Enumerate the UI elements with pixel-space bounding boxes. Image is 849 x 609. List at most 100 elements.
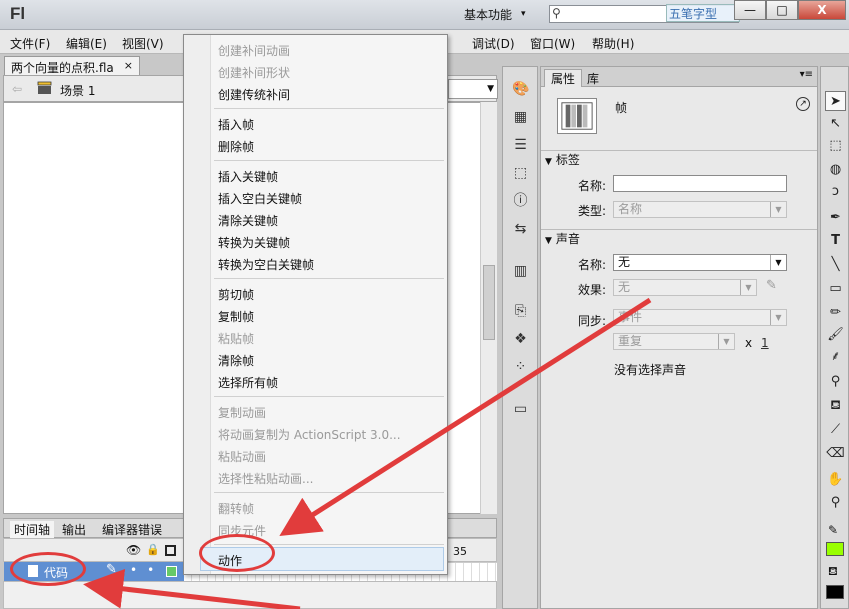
library-icon[interactable]: ▥ (512, 263, 529, 280)
menu-separator (214, 108, 444, 109)
ctx-create-classic-tween[interactable]: 创建传统补间 (218, 86, 290, 103)
align-icon[interactable]: ☰ (512, 137, 529, 154)
line-tool-icon[interactable]: ╲ (825, 255, 846, 275)
ctx-convert-to-blank-keyframe[interactable]: 转换为空白关键帧 (218, 256, 314, 273)
lock-icon[interactable]: 🔒 (146, 543, 160, 556)
layer-color-box[interactable] (166, 566, 177, 577)
menu-debug[interactable]: 调试(D) (472, 35, 515, 52)
ctx-create-motion-tween[interactable]: 创建补间动画 (218, 42, 290, 59)
chevron-down-icon[interactable]: ▾ (521, 9, 526, 19)
sync-select[interactable]: 事件 ▼ (613, 309, 787, 326)
menu-view[interactable]: 视图(V) (122, 35, 164, 52)
swatches-icon[interactable]: ▦ (512, 109, 529, 126)
back-arrow-icon[interactable]: ⇦ (12, 82, 22, 96)
ctx-copy-frames[interactable]: 复制帧 (218, 308, 254, 325)
ctx-paste-frames[interactable]: 粘贴帧 (218, 330, 254, 347)
menu-window[interactable]: 窗口(W) (530, 35, 575, 52)
chevron-down-icon: ▼ (487, 84, 494, 94)
repeat-count[interactable]: 1 (761, 336, 769, 350)
label-type-label: 类型: (578, 204, 607, 218)
minimize-button[interactable]: — (734, 0, 766, 20)
deco-tool-icon[interactable]: ⸙ (825, 347, 846, 367)
close-icon[interactable]: × (124, 59, 133, 72)
pen-tool-icon[interactable]: ✒ (825, 208, 846, 228)
eye-icon[interactable]: 👁 (126, 543, 141, 557)
ctx-convert-to-keyframe[interactable]: 转换为关键帧 (218, 234, 290, 251)
scrollbar-thumb[interactable] (483, 265, 495, 340)
triangle-down-icon: ▼ (545, 236, 552, 246)
ctx-create-shape-tween[interactable]: 创建补间形状 (218, 64, 290, 81)
tab-properties[interactable]: 属性 (544, 69, 583, 87)
menu-help[interactable]: 帮助(H) (592, 35, 634, 52)
label-type-select[interactable]: 名称 ▼ (613, 201, 787, 218)
tab-timeline[interactable]: 时间轴 (10, 521, 55, 538)
pencil-icon: ✎ (106, 562, 117, 577)
fill-color-swatch[interactable] (826, 585, 844, 599)
ctx-select-all-frames[interactable]: 选择所有帧 (218, 374, 278, 391)
section-sound-header[interactable]: ▼ 声音 (541, 229, 817, 247)
transform-icon[interactable]: ⬚ (512, 165, 529, 182)
subselection-tool-icon[interactable]: ↖ (825, 114, 846, 134)
frame-name-input[interactable] (613, 175, 787, 192)
project-icon[interactable]: ▭ (512, 401, 529, 418)
sound-name-select[interactable]: 无 ▼ (613, 254, 787, 271)
workspace-switcher[interactable]: 基本功能 (464, 6, 512, 23)
ctx-cut-frames[interactable]: 剪切帧 (218, 286, 254, 303)
hand-tool-icon[interactable]: ✋ (825, 470, 846, 490)
scene-dropdown[interactable]: ▼ (448, 79, 498, 99)
color-icon[interactable]: 🎨 (512, 81, 529, 98)
bone-tool-icon[interactable]: ⚲ (825, 372, 846, 392)
maximize-button[interactable]: □ (766, 0, 798, 20)
menu-edit[interactable]: 编辑(E) (66, 35, 107, 52)
timeline-footer (3, 581, 497, 609)
outline-square-icon[interactable] (165, 545, 176, 556)
tab-compiler-errors[interactable]: 编译器错误 (102, 521, 162, 538)
document-tab[interactable]: 两个向量的点积.fla × (4, 56, 140, 75)
text-tool-icon[interactable]: T (825, 231, 846, 251)
3d-rotation-tool-icon[interactable]: ◍ (825, 160, 846, 180)
ctx-insert-blank-keyframe[interactable]: 插入空白关键帧 (218, 190, 302, 207)
ctx-paste-motion-special[interactable]: 选择性粘贴动画... (218, 470, 313, 487)
stroke-color-swatch[interactable] (826, 542, 844, 556)
ctx-clear-frames[interactable]: 清除帧 (218, 352, 254, 369)
title-bar: Fl 基本功能 ▾ ⚲ 五笔字型 — □ X (0, 0, 849, 30)
info-icon[interactable]: ⓘ (512, 193, 529, 210)
sync-label: 同步: (578, 314, 607, 328)
free-transform-tool-icon[interactable]: ⬚ (825, 136, 846, 156)
pencil-tool-icon[interactable]: ✏ (825, 303, 846, 323)
tab-library[interactable]: 库 (587, 70, 599, 87)
annotation-circle (199, 534, 275, 572)
motion-presets-icon[interactable]: ⁘ (512, 359, 529, 376)
ctx-insert-frame[interactable]: 插入帧 (218, 116, 254, 133)
help-icon[interactable]: ↗ (796, 97, 810, 111)
tab-output[interactable]: 输出 (62, 521, 86, 538)
ctx-insert-keyframe[interactable]: 插入关键帧 (218, 168, 278, 185)
edit-envelope-icon[interactable]: ✎ (766, 278, 777, 293)
ctx-copy-motion[interactable]: 复制动画 (218, 404, 266, 421)
brush-tool-icon[interactable]: 🖌 (825, 325, 846, 345)
eyedropper-tool-icon[interactable]: ⟋ (825, 420, 846, 440)
panel-menu-icon[interactable]: ▾≡ (800, 69, 813, 80)
eraser-tool-icon[interactable]: ⌫ (825, 444, 846, 464)
zoom-tool-icon[interactable]: ⚲ (825, 493, 846, 513)
ctx-delete-frame[interactable]: 删除帧 (218, 138, 254, 155)
paint-bucket-tool-icon[interactable]: ⛾ (825, 396, 846, 416)
stage-vertical-scrollbar[interactable] (480, 102, 497, 514)
lasso-tool-icon[interactable]: ↄ (825, 182, 846, 202)
menu-file[interactable]: 文件(F) (10, 35, 50, 52)
actions-icon[interactable]: ⎘ (512, 303, 529, 320)
ctx-clear-keyframe[interactable]: 清除关键帧 (218, 212, 278, 229)
effect-select[interactable]: 无 ▼ (613, 279, 757, 296)
section-label-header[interactable]: ▼ 标签 (541, 150, 817, 168)
components-icon[interactable]: ❖ (512, 331, 529, 348)
menu-separator (214, 492, 444, 493)
rectangle-tool-icon[interactable]: ▭ (825, 279, 846, 299)
scene-panel-icon[interactable]: ⇆ (512, 221, 529, 238)
selection-tool-icon[interactable]: ➤ (825, 91, 846, 111)
repeat-select[interactable]: 重复 ▼ (613, 333, 735, 350)
close-button[interactable]: X (798, 0, 846, 20)
sound-name-label: 名称: (578, 258, 607, 272)
ctx-copy-motion-as-as3[interactable]: 将动画复制为 ActionScript 3.0... (218, 426, 401, 443)
ctx-reverse-frames[interactable]: 翻转帧 (218, 500, 254, 517)
ctx-paste-motion[interactable]: 粘贴动画 (218, 448, 266, 465)
